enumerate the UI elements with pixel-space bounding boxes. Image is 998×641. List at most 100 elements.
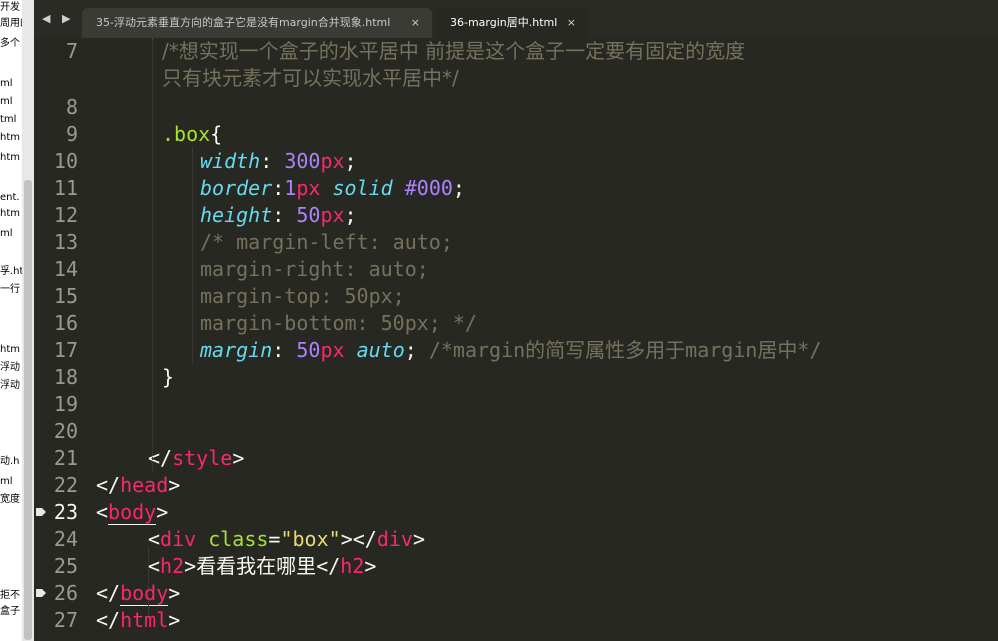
code-line[interactable]: margin-bottom: 50px; */: [200, 310, 477, 337]
tab-nav-arrows-icon[interactable]: ◀ ▶: [42, 12, 74, 25]
code-token: :: [260, 149, 285, 173]
file-list-item[interactable]: ml: [0, 78, 13, 90]
tab-bar: ◀ ▶ 35-浮动元素垂直方向的盒子它是没有margin合并现象.html × …: [34, 0, 998, 38]
code-token: ;: [344, 149, 357, 173]
code-token: >: [168, 608, 181, 632]
code-token: height: [200, 203, 273, 227]
file-list-item[interactable]: ent.: [0, 192, 20, 204]
code-line[interactable]: <div class="box"></div>: [148, 526, 425, 553]
file-list-item[interactable]: tml: [0, 114, 16, 126]
code-token: margin: [200, 338, 273, 362]
file-list-item[interactable]: ml: [0, 228, 13, 240]
code-token: body: [120, 581, 169, 606]
file-list-item[interactable]: 开发: [0, 2, 20, 14]
file-list-item[interactable]: 浮动: [0, 380, 20, 392]
code-token: /* margin-left: auto;: [200, 230, 453, 254]
code-token: solid: [320, 176, 405, 200]
code-token: >: [412, 527, 425, 551]
code-token: <: [148, 554, 161, 578]
code-line[interactable]: }: [162, 364, 174, 391]
code-token: :: [272, 203, 297, 227]
close-icon[interactable]: ×: [567, 8, 576, 38]
close-icon[interactable]: ×: [411, 8, 420, 38]
file-list-item[interactable]: 动.h: [0, 456, 20, 468]
code-line[interactable]: </body>: [96, 580, 180, 607]
file-list-item[interactable]: 浮动: [0, 362, 20, 374]
line-number: 19: [53, 392, 78, 416]
file-list-item[interactable]: htm: [0, 152, 20, 164]
file-list-item[interactable]: 周用的: [0, 18, 22, 30]
code-token: .box: [162, 122, 211, 146]
code-token: >: [156, 500, 169, 524]
line-number: 13: [53, 230, 78, 254]
code-token: 50: [296, 203, 321, 227]
code-line[interactable]: </head>: [96, 472, 180, 499]
code-token: div: [160, 527, 197, 551]
file-list-item[interactable]: htm: [0, 132, 20, 144]
line-number: 24: [53, 527, 78, 551]
line-number: 12: [53, 203, 78, 227]
file-list-item[interactable]: ml: [0, 476, 13, 488]
file-list-item[interactable]: 盒子: [0, 606, 20, 618]
code-token: <: [96, 500, 109, 524]
code-token: auto: [344, 338, 405, 362]
file-list-item[interactable]: ml: [0, 96, 13, 108]
code-token: <: [148, 527, 161, 551]
code-token: h2: [160, 554, 185, 578]
code-line[interactable]: </style>: [148, 445, 244, 472]
code-line[interactable]: /*想实现一个盒子的水平居中 前提是这个盒子一定要有固定的宽度: [162, 38, 745, 65]
code-line[interactable]: </html>: [96, 607, 180, 634]
file-list-item[interactable]: htm: [0, 344, 20, 356]
file-list-item[interactable]: 拒不: [0, 590, 20, 602]
code-token: #000: [404, 176, 453, 200]
code-line[interactable]: margin: 50px auto; /*margin的简写属性多用于margi…: [200, 337, 822, 364]
code-token: margin-bottom: 50px; */: [200, 311, 477, 335]
line-number: 17: [53, 338, 78, 362]
code-line[interactable]: height: 50px;: [200, 202, 357, 229]
code-token: </: [96, 581, 121, 605]
code-token: ;: [452, 176, 465, 200]
code-token: px: [320, 338, 345, 362]
file-list-item[interactable]: htm: [0, 208, 20, 220]
line-number: 25: [53, 554, 78, 578]
code-line[interactable]: margin-right: auto;: [200, 256, 429, 283]
file-list-scrollbar[interactable]: [22, 0, 34, 641]
bookmark-icon[interactable]: [36, 508, 46, 516]
code-token: width: [200, 149, 261, 173]
line-number: 10: [53, 149, 78, 173]
file-list-item[interactable]: 多个: [0, 38, 20, 50]
file-list-item[interactable]: 宽度: [0, 494, 20, 506]
indent-guide: [192, 148, 193, 364]
line-number: 16: [53, 311, 78, 335]
code-line[interactable]: 只有块元素才可以实现水平居中*/: [162, 65, 459, 92]
code-line[interactable]: <h2>看看我在哪里</h2>: [148, 553, 376, 580]
code-token: h2: [340, 554, 365, 578]
code-token: px: [320, 203, 345, 227]
indent-guide: [152, 38, 153, 472]
code-line[interactable]: border:1px solid #000;: [200, 175, 465, 202]
code-token: style: [172, 446, 233, 470]
file-list-item[interactable]: 一行: [0, 284, 20, 296]
tab-file-36-active[interactable]: 36-margin居中.html ×: [436, 8, 588, 38]
scrollbar-thumb[interactable]: [24, 180, 32, 640]
code-line[interactable]: margin-top: 50px;: [200, 283, 405, 310]
code-token: ;: [404, 338, 429, 362]
tab-file-35[interactable]: 35-浮动元素垂直方向的盒子它是没有margin合并现象.html ×: [82, 8, 432, 38]
code-token: >: [168, 473, 181, 497]
code-token: }: [162, 365, 175, 389]
file-list-item[interactable]: 孚.ht: [0, 266, 22, 278]
code-area[interactable]: /*想实现一个盒子的水平居中 前提是这个盒子一定要有固定的宽度 只有块元素才可以实…: [96, 38, 998, 641]
code-editor[interactable]: 7 8 9 10 11 12 13 14 15 16 17 18 19 20 21 22 23 24 25 26 27 …: [34, 38, 998, 641]
tab-label: 36-margin居中.html: [450, 16, 558, 29]
code-token: ;: [344, 203, 357, 227]
code-line[interactable]: /* margin-left: auto;: [200, 229, 453, 256]
code-line[interactable]: width: 300px;: [200, 148, 357, 175]
code-token: /*想实现一个盒子的水平居中 前提是这个盒子一定要有固定的宽度: [162, 39, 746, 63]
code-token: 看看我在哪里: [196, 554, 317, 578]
code-line[interactable]: .box{: [162, 121, 222, 148]
line-number: 15: [53, 284, 78, 308]
bookmark-icon[interactable]: [36, 589, 46, 597]
code-line[interactable]: <body>: [96, 499, 168, 526]
code-token: html: [120, 608, 169, 632]
code-token: >: [232, 446, 245, 470]
